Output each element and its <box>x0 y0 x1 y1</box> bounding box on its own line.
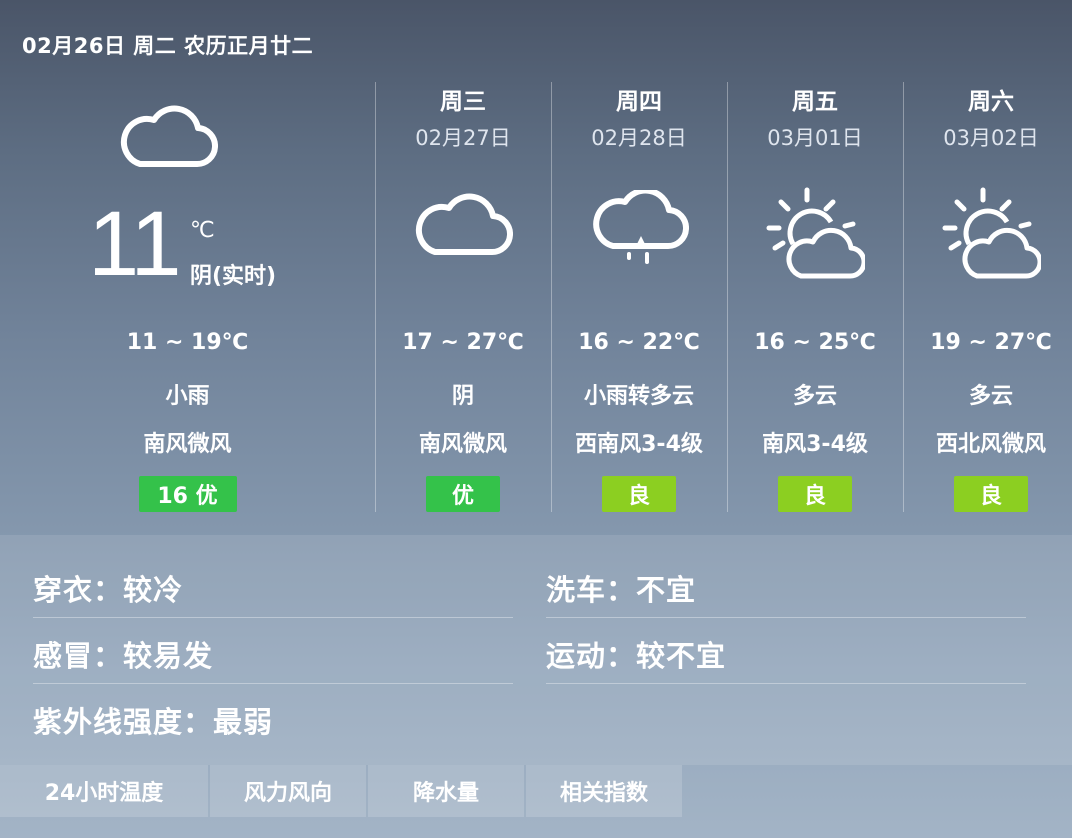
forecast-day: 周五 03月01日 16 ~ 25℃ 多云 南风3-4级 良 <box>727 80 903 520</box>
date-header: 02月26日 周二 农历正月廿二 <box>22 34 314 58</box>
cloud-icon <box>118 102 218 172</box>
forecast-temp-range: 19 ~ 27℃ <box>930 330 1052 355</box>
partly-cloudy-icon <box>765 184 865 284</box>
index-cold: 感冒：较易发 <box>33 639 214 673</box>
forecast-aqi-badge: 良 <box>602 476 676 512</box>
current-condition: 阴(实时) <box>190 264 277 289</box>
tab-related-index[interactable]: 相关指数 <box>526 765 682 817</box>
index-car-wash: 洗车：不宜 <box>546 573 697 607</box>
today-temp-range: 11 ~ 19℃ <box>126 330 249 355</box>
forecast-day-name: 周六 <box>968 89 1014 115</box>
forecast-wind: 南风微风 <box>418 432 507 457</box>
forecast-date: 02月27日 <box>415 126 511 150</box>
forecast-aqi-badge: 良 <box>954 476 1028 512</box>
index-divider <box>33 683 513 684</box>
forecast-temp-range: 17 ~ 27℃ <box>402 330 524 355</box>
forecast-aqi-badge: 优 <box>426 476 500 512</box>
index-clothing: 穿衣：较冷 <box>33 573 184 607</box>
index-divider <box>546 683 1026 684</box>
forecast-date: 02月28日 <box>591 126 687 150</box>
forecast-day: 周六 03月02日 19 ~ 27℃ 多云 西北风微风 良 <box>903 80 1072 520</box>
forecast-temp-range: 16 ~ 25℃ <box>754 330 876 355</box>
today-panel: 11 ℃ 阴(实时) 11 ~ 19℃ 小雨 南风微风 16 优 <box>0 80 375 520</box>
current-temperature: 11 <box>88 193 182 295</box>
today-wind: 南风微风 <box>143 432 232 457</box>
forecast-weather: 多云 <box>968 384 1013 409</box>
today-weather: 小雨 <box>165 384 210 409</box>
tab-precipitation[interactable]: 降水量 <box>368 765 524 817</box>
forecast-day-name: 周三 <box>440 89 486 115</box>
tab-24h-temperature[interactable]: 24小时温度 <box>0 765 208 817</box>
forecast-wind: 南风3-4级 <box>762 432 868 457</box>
forecast-date: 03月02日 <box>943 126 1039 150</box>
index-divider <box>546 617 1026 618</box>
index-uv: 紫外线强度：最弱 <box>33 705 274 739</box>
partly-cloudy-icon <box>941 184 1041 284</box>
forecast-day-name: 周四 <box>616 89 662 115</box>
forecast-day: 周四 02月28日 16 ~ 22℃ 小雨转多云 西南风3-4级 良 <box>551 80 727 520</box>
forecast-wind: 西北风微风 <box>935 432 1046 457</box>
forecast-day-name: 周五 <box>792 89 838 115</box>
forecast-wind: 西南风3-4级 <box>575 432 703 457</box>
forecast-date: 03月01日 <box>767 126 863 150</box>
chart-tabs: 24小时温度 风力风向 降水量 相关指数 <box>0 765 684 817</box>
tab-wind[interactable]: 风力风向 <box>210 765 366 817</box>
index-sport: 运动：较不宜 <box>546 639 727 673</box>
today-aqi-badge: 16 优 <box>138 476 237 512</box>
forecast-weather: 小雨转多云 <box>583 384 694 409</box>
cloud-icon <box>413 190 513 260</box>
forecast-day: 周三 02月27日 17 ~ 27℃ 阴 南风微风 优 <box>375 80 551 520</box>
forecast-aqi-badge: 良 <box>778 476 852 512</box>
life-index-panel: 穿衣：较冷 洗车：不宜 感冒：较易发 运动：较不宜 紫外线强度：最弱 <box>0 535 1072 765</box>
forecast-weather: 阴 <box>451 384 474 409</box>
rain-cloud-icon <box>589 190 689 270</box>
forecast-weather: 多云 <box>792 384 837 409</box>
temperature-unit: ℃ <box>190 218 215 243</box>
forecast-temp-range: 16 ~ 22℃ <box>578 330 700 355</box>
index-divider <box>33 617 513 618</box>
